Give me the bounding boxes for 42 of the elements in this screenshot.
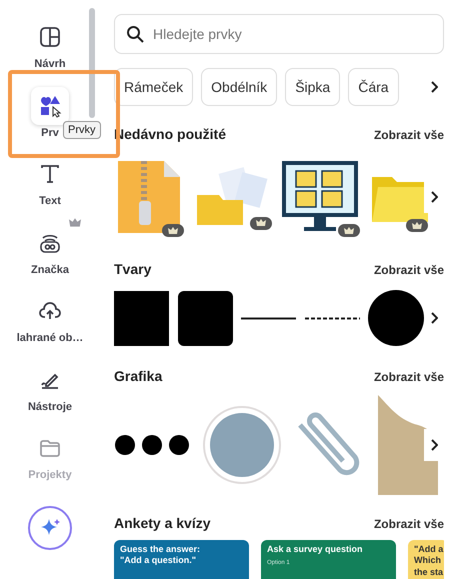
filter-chip[interactable]: Čára [348, 68, 399, 106]
see-all-link[interactable]: Zobrazit vše [374, 368, 444, 386]
quiz-card[interactable]: Guess the answer: "Add a question." [114, 540, 249, 579]
chevron-right-icon [430, 81, 438, 93]
rounded-square-shape [178, 290, 232, 346]
sidebar-label: lahrané ob… [16, 331, 84, 346]
section-title: Ankety a kvízy [114, 514, 210, 533]
chevron-right-icon [430, 191, 438, 203]
see-all-link[interactable]: Zobrazit vše [374, 514, 444, 532]
scrollbar[interactable] [89, 8, 95, 118]
card-text: Guess the answer: "Add a question." [120, 544, 202, 566]
sidebar-label: Značka [31, 262, 69, 278]
sidebar-label: Projekty [28, 468, 72, 483]
search-icon [126, 25, 144, 43]
square-shape [114, 290, 169, 346]
section-title: Tvary [114, 260, 152, 279]
card-text: "Add a Which the sta [414, 544, 442, 578]
dashed-line-shape [304, 316, 360, 320]
filter-chip[interactable]: Šipka [285, 68, 340, 106]
quiz-card[interactable]: "Add a Which the sta [408, 540, 444, 579]
sidebar-label: Návrh [34, 57, 66, 72]
card-text: Ask a survey question [267, 544, 364, 556]
tooltip: Prvky [63, 120, 100, 139]
sidebar-button[interactable] [31, 86, 69, 124]
see-all-link[interactable]: Zobrazit vše [374, 126, 444, 144]
line-shape [241, 316, 296, 320]
shapes-icon [38, 94, 62, 118]
section-title: Grafika [114, 367, 162, 386]
cloud-upload-icon [38, 300, 62, 322]
filter-chip[interactable]: Rámeček [114, 68, 194, 106]
text-icon [39, 163, 61, 185]
chevron-right-icon [430, 312, 438, 324]
search-field[interactable]: Hledejte prvky [114, 14, 444, 54]
magic-button[interactable] [28, 506, 72, 550]
layout-icon [39, 26, 61, 48]
filter-chip[interactable]: Obdélník [201, 68, 278, 106]
sidebar-label: Text [39, 194, 61, 209]
see-all-link[interactable]: Zobrazit vše [374, 260, 444, 278]
sidebar-label: Nástroje [28, 400, 72, 414]
folder-icon [38, 438, 61, 458]
chevron-right-icon [430, 439, 438, 451]
sidebar-label: Prv [41, 126, 59, 140]
